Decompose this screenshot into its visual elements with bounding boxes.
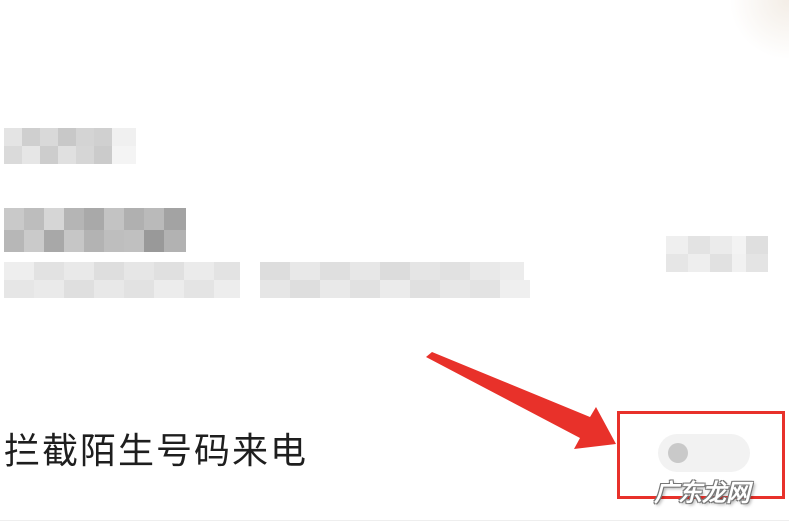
blurred-description [4,262,532,300]
blurred-title-2 [4,208,190,252]
screenshot-stage: 拦截陌生号码来电 广东龙网 [0,0,789,526]
blurred-value [666,236,770,272]
blurred-title-1 [4,128,140,166]
divider [0,520,789,521]
setting-label: 拦截陌生号码来电 [4,431,309,472]
watermark: 广东龙网 [654,479,750,507]
corner-shade [729,0,789,60]
